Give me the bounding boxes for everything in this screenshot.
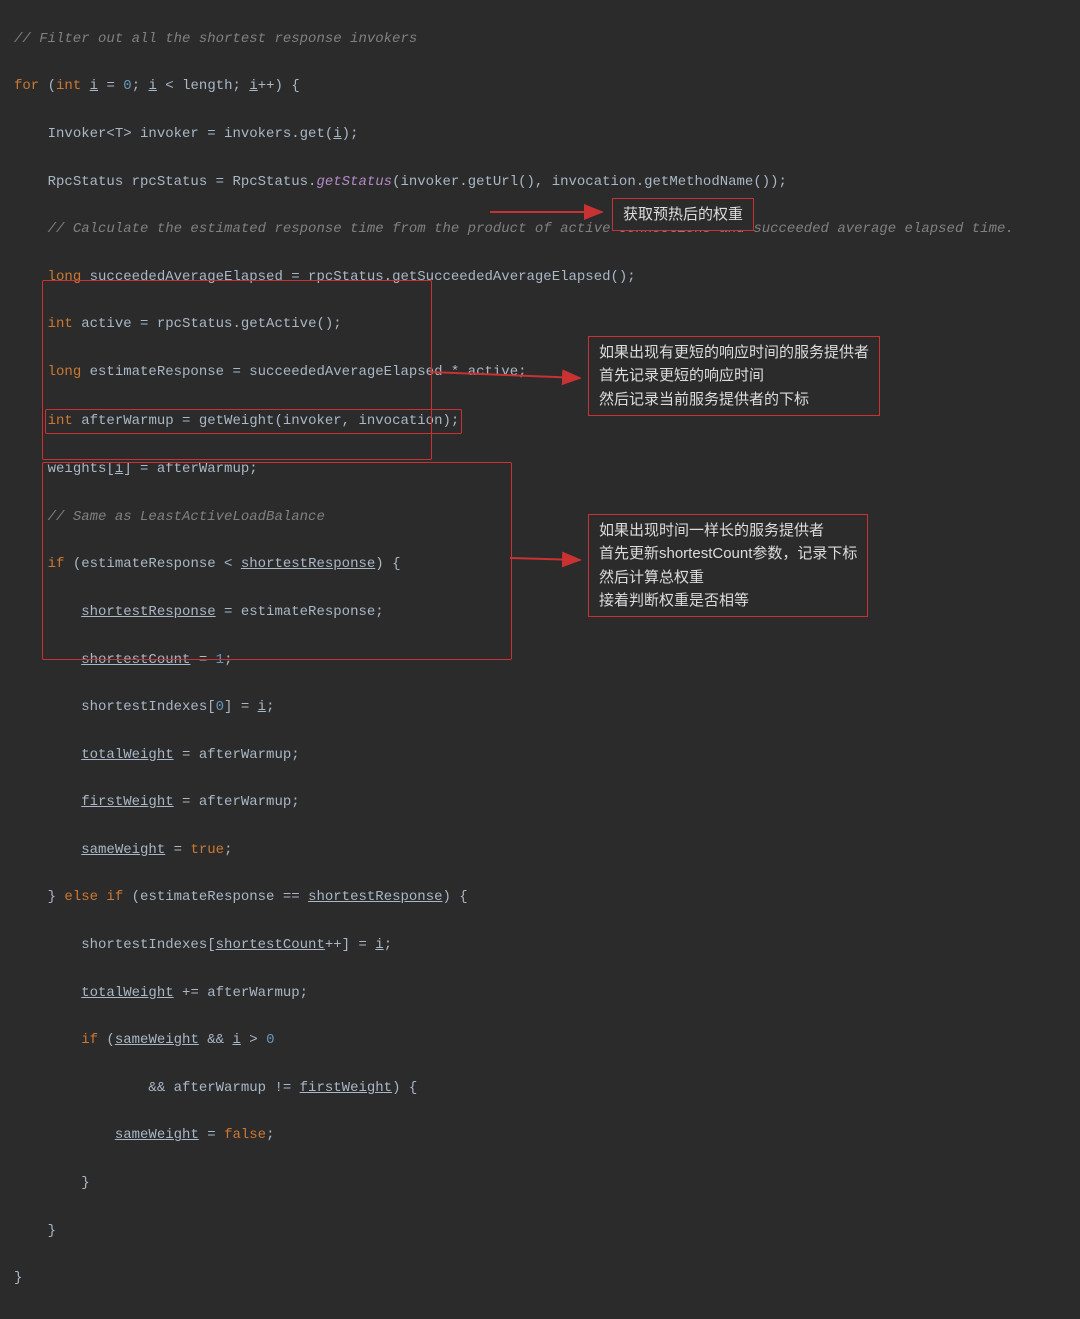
code-editor: // Filter out all the shortest response … (0, 0, 1080, 1319)
txt: (invoker.getUrl(), invocation.getMethodN… (392, 174, 787, 190)
txt: ) { (392, 1080, 417, 1096)
txt: shortestIndexes[ (81, 699, 215, 715)
kw-long: long (48, 269, 82, 285)
txt: && afterWarmup != (148, 1080, 299, 1096)
kw-int: int (56, 78, 81, 94)
txt: = estimateResponse; (216, 604, 384, 620)
txt: ] = afterWarmup; (123, 461, 257, 477)
var-sameWeight: sameWeight (115, 1127, 199, 1143)
bool-false: false (224, 1127, 266, 1143)
txt: ; (132, 78, 149, 94)
annotation-text: 首先更新shortestCount参数，记录下标 (599, 542, 857, 565)
txt: = (199, 1127, 224, 1143)
annotation-1: 获取预热后的权重 (612, 198, 754, 231)
var-sameWeight: sameWeight (81, 842, 165, 858)
txt: ; (266, 699, 274, 715)
txt: ; (224, 652, 232, 668)
kw-if: if (48, 556, 65, 572)
txt: estimateResponse = succeededAverageElaps… (81, 364, 526, 380)
txt: = afterWarmup; (174, 747, 300, 763)
kw-int: int (48, 316, 73, 332)
txt: (estimateResponse == (123, 889, 308, 905)
txt: ( (98, 1032, 115, 1048)
num: 0 (216, 699, 224, 715)
txt: RpcStatus rpcStatus = RpcStatus. (48, 174, 317, 190)
txt: && (199, 1032, 233, 1048)
comment-line: // Calculate the estimated response time… (48, 221, 1014, 237)
kw-long: long (48, 364, 82, 380)
txt: Invoker<T> invoker = invokers.get( (48, 126, 334, 142)
var-shortestCount: shortestCount (81, 652, 190, 668)
annotation-3: 如果出现时间一样长的服务提供者 首先更新shortestCount参数，记录下标… (588, 514, 868, 617)
txt: } (48, 889, 65, 905)
txt: = (98, 78, 123, 94)
txt: ; (384, 937, 392, 953)
txt: active = rpcStatus.getActive(); (73, 316, 342, 332)
var-i: i (258, 699, 266, 715)
num: 1 (216, 652, 224, 668)
var-totalWeight: totalWeight (81, 747, 173, 763)
txt: ++) { (258, 78, 300, 94)
txt: = afterWarmup; (174, 794, 300, 810)
num: 0 (123, 78, 131, 94)
txt: weights[ (48, 461, 115, 477)
txt: ; (224, 842, 232, 858)
txt: ); (342, 126, 359, 142)
var-i: i (333, 126, 341, 142)
kw-if: if (81, 1032, 98, 1048)
comment-line: // Same as LeastActiveLoadBalance (48, 509, 325, 525)
txt: ] = (224, 699, 258, 715)
txt: < length; (157, 78, 249, 94)
annotation-2: 如果出现有更短的响应时间的服务提供者 首先记录更短的响应时间 然后记录当前服务提… (588, 336, 880, 416)
var-sameWeight: sameWeight (115, 1032, 199, 1048)
annotation-text: 获取预热后的权重 (623, 206, 743, 223)
txt: ; (266, 1127, 274, 1143)
txt: succeededAverageElapsed = rpcStatus.getS… (81, 269, 636, 285)
var-shortestResponse: shortestResponse (308, 889, 442, 905)
var-firstWeight: firstWeight (300, 1080, 392, 1096)
var-i: i (232, 1032, 240, 1048)
num: 0 (266, 1032, 274, 1048)
annotation-text: 然后记录当前服务提供者的下标 (599, 388, 869, 411)
var-i: i (149, 78, 157, 94)
annotation-text: 如果出现时间一样长的服务提供者 (599, 519, 857, 542)
annotation-text: 然后计算总权重 (599, 566, 857, 589)
var-shortestResponse: shortestResponse (81, 604, 215, 620)
txt: ++] = (325, 937, 375, 953)
brace: } (48, 1223, 56, 1239)
bool-true: true (190, 842, 224, 858)
txt: = (190, 652, 215, 668)
var-i: i (90, 78, 98, 94)
txt: += afterWarmup; (174, 985, 308, 1001)
var-shortestCount: shortestCount (216, 937, 325, 953)
txt: ) { (443, 889, 468, 905)
txt: afterWarmup = getWeight(invoker, invocat… (73, 413, 459, 429)
kw-for: for (14, 78, 39, 94)
var-i: i (375, 937, 383, 953)
annotation-text: 如果出现有更短的响应时间的服务提供者 (599, 341, 869, 364)
kw-int: int (48, 413, 73, 429)
txt: (estimateResponse < (64, 556, 240, 572)
annotation-text: 首先记录更短的响应时间 (599, 364, 869, 387)
annotation-text: 接着判断权重是否相等 (599, 589, 857, 612)
brace: } (81, 1175, 89, 1191)
var-shortestResponse: shortestResponse (241, 556, 375, 572)
var-firstWeight: firstWeight (81, 794, 173, 810)
brace: } (14, 1270, 22, 1286)
txt: ) { (375, 556, 400, 572)
highlight-getweight: int afterWarmup = getWeight(invoker, inv… (45, 409, 463, 435)
comment-line: // Filter out all the shortest response … (14, 31, 417, 47)
txt: shortestIndexes[ (81, 937, 215, 953)
kw-elseif: else if (64, 889, 123, 905)
var-i: i (249, 78, 257, 94)
var-totalWeight: totalWeight (81, 985, 173, 1001)
var-i: i (115, 461, 123, 477)
method-getStatus: getStatus (316, 174, 392, 190)
txt: > (241, 1032, 266, 1048)
txt: = (165, 842, 190, 858)
